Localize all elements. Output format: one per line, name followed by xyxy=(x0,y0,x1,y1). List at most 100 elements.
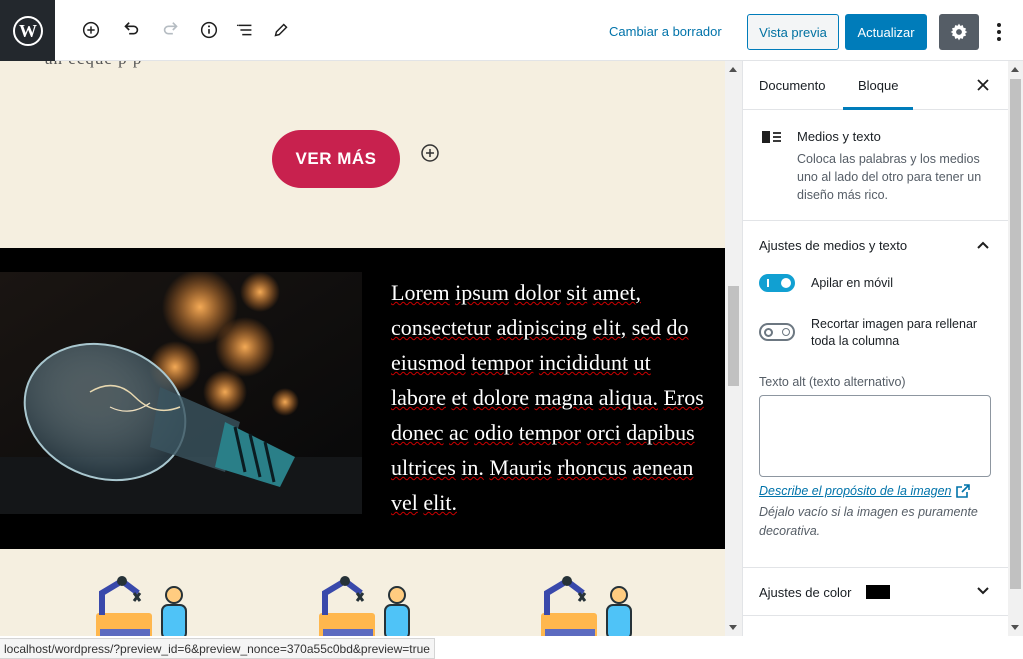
color-settings-panel-title[interactable]: Ajustes de color xyxy=(759,585,852,600)
paragraph-word: dapibus xyxy=(626,420,695,445)
paragraph-word: dolore xyxy=(472,385,530,410)
sidebar-scrollbar[interactable] xyxy=(1008,61,1023,636)
media-and-text-block[interactable]: Lorem ipsum dolor sit amet, consectetur … xyxy=(0,248,725,549)
svg-text:W: W xyxy=(19,21,37,41)
media-image[interactable] xyxy=(0,272,362,514)
chevron-up-icon[interactable] xyxy=(975,237,991,253)
undo-button[interactable] xyxy=(118,17,144,43)
toggle-knob xyxy=(781,278,791,288)
update-button[interactable]: Actualizar xyxy=(845,14,927,50)
sidebar-tabs: Documento Bloque xyxy=(743,61,1008,110)
paragraph-word: ac xyxy=(449,420,469,445)
icons-row xyxy=(0,567,725,636)
paragraph-word: sit xyxy=(566,280,588,305)
paragraph-word: elit, xyxy=(592,315,627,340)
browser-status-url: localhost/wordpress/?preview_id=6&previe… xyxy=(0,638,435,659)
toggle-off-ring xyxy=(782,328,790,336)
ver-mas-button-block[interactable]: VER MÁS xyxy=(272,130,400,188)
chevron-down-icon[interactable] xyxy=(975,583,991,599)
add-circle-icon xyxy=(421,144,439,162)
editor-canvas[interactable]: an ecque p p VER MÁS xyxy=(0,61,725,636)
crop-image-toggle[interactable] xyxy=(759,323,795,341)
redo-button[interactable] xyxy=(158,17,184,43)
paragraph-word: in. xyxy=(461,455,484,480)
panel-divider xyxy=(743,615,1008,616)
paragraph-word: amet, xyxy=(592,280,641,305)
editor-window: { "toolbar": { "switch_draft": "Cambiar … xyxy=(0,0,1023,659)
paragraph-word: adipiscing xyxy=(496,315,588,340)
block-inserter-button[interactable] xyxy=(420,143,440,163)
toggle-on-bar xyxy=(767,279,769,287)
stack-on-mobile-toggle[interactable] xyxy=(759,274,795,292)
edit-icon xyxy=(274,23,288,37)
wordpress-logo-button[interactable]: W xyxy=(0,0,55,61)
switch-to-draft-button[interactable]: Cambiar a borrador xyxy=(609,24,722,39)
industrial-robot-worker-icon xyxy=(96,576,187,636)
more-vertical-icon xyxy=(997,23,1001,41)
add-block-icon xyxy=(82,21,100,39)
stack-on-mobile-label: Apilar en móvil xyxy=(811,276,893,290)
edit-mode-button[interactable] xyxy=(268,17,294,43)
paragraph-word: et xyxy=(451,385,468,410)
paragraph-word: aenean xyxy=(632,455,694,480)
preview-button[interactable]: Vista previa xyxy=(747,14,839,50)
settings-sidebar: Documento Bloque Medios y texto Coloca l… xyxy=(742,61,1008,636)
scroll-up-arrow[interactable] xyxy=(729,67,737,72)
paragraph-word: Lorem xyxy=(391,280,450,305)
paragraph-word: vel xyxy=(391,490,418,515)
close-sidebar-button[interactable] xyxy=(975,77,991,93)
paragraph-word: consectetur xyxy=(391,315,492,340)
scrollbar-thumb[interactable] xyxy=(1010,79,1021,589)
paragraph-word: ut xyxy=(633,350,651,375)
paragraph-word: magna xyxy=(534,385,594,410)
tab-block[interactable]: Bloque xyxy=(843,61,914,110)
alt-text-field[interactable] xyxy=(759,395,991,477)
info-icon xyxy=(200,21,218,39)
alt-text-help-link[interactable]: Describe el propósito de la imagen xyxy=(759,484,951,498)
cut-off-paragraph: an ecque p p xyxy=(45,61,645,69)
paragraph-word: rhoncus xyxy=(557,455,627,480)
paragraph-word: dolor xyxy=(514,280,561,305)
info-button[interactable] xyxy=(196,17,222,43)
paragraph-word: labore xyxy=(391,385,446,410)
undo-icon xyxy=(124,22,139,35)
block-description: Coloca las palabras y los medios uno al … xyxy=(797,152,982,202)
paragraph-word: do xyxy=(666,315,689,340)
paragraph-word: eiusmod xyxy=(391,350,466,375)
add-block-button[interactable] xyxy=(78,17,104,43)
external-link-icon[interactable] xyxy=(956,484,970,498)
paragraph-word: ipsum xyxy=(455,280,509,305)
paragraph-word: orci xyxy=(586,420,621,445)
settings-button[interactable] xyxy=(939,14,979,50)
paragraph-word: sed xyxy=(631,315,662,340)
more-options-button[interactable] xyxy=(989,18,1009,46)
paragraph-word: Eros xyxy=(663,385,704,410)
tab-document[interactable]: Documento xyxy=(759,61,825,110)
list-view-icon xyxy=(236,24,252,36)
scrollbar-thumb[interactable] xyxy=(728,286,739,386)
scroll-down-arrow[interactable] xyxy=(729,625,737,630)
light-bulb-image xyxy=(0,272,362,514)
paragraph-word: elit. xyxy=(423,490,457,515)
canvas-scrollbar[interactable] xyxy=(725,61,742,636)
alt-text-label: Texto alt (texto alternativo) xyxy=(759,375,906,389)
paragraph-word: tempor xyxy=(471,350,534,375)
top-toolbar: W Cambiar a borrador Vista previa Actual… xyxy=(0,0,1023,61)
wordpress-icon: W xyxy=(12,15,43,46)
media-text-icon xyxy=(762,131,781,143)
paragraph-word: odio xyxy=(474,420,514,445)
media-text-paragraph[interactable]: Lorem ipsum dolor sit amet, consectetur … xyxy=(391,275,711,520)
scroll-up-arrow[interactable] xyxy=(1011,67,1019,72)
list-view-button[interactable] xyxy=(232,17,258,43)
close-icon xyxy=(977,79,989,91)
media-settings-panel-title[interactable]: Ajustes de medios y texto xyxy=(759,238,907,253)
industrial-robot-worker-icon xyxy=(541,576,632,636)
block-card: Medios y texto Coloca las palabras y los… xyxy=(743,111,1008,221)
scroll-down-arrow[interactable] xyxy=(1011,625,1019,630)
paragraph-word: incididunt xyxy=(538,350,629,375)
color-swatch xyxy=(866,585,890,599)
industrial-robot-worker-icon xyxy=(319,576,410,636)
paragraph-word: ultrices xyxy=(391,455,456,480)
block-title: Medios y texto xyxy=(797,129,881,144)
gear-icon xyxy=(950,23,968,41)
